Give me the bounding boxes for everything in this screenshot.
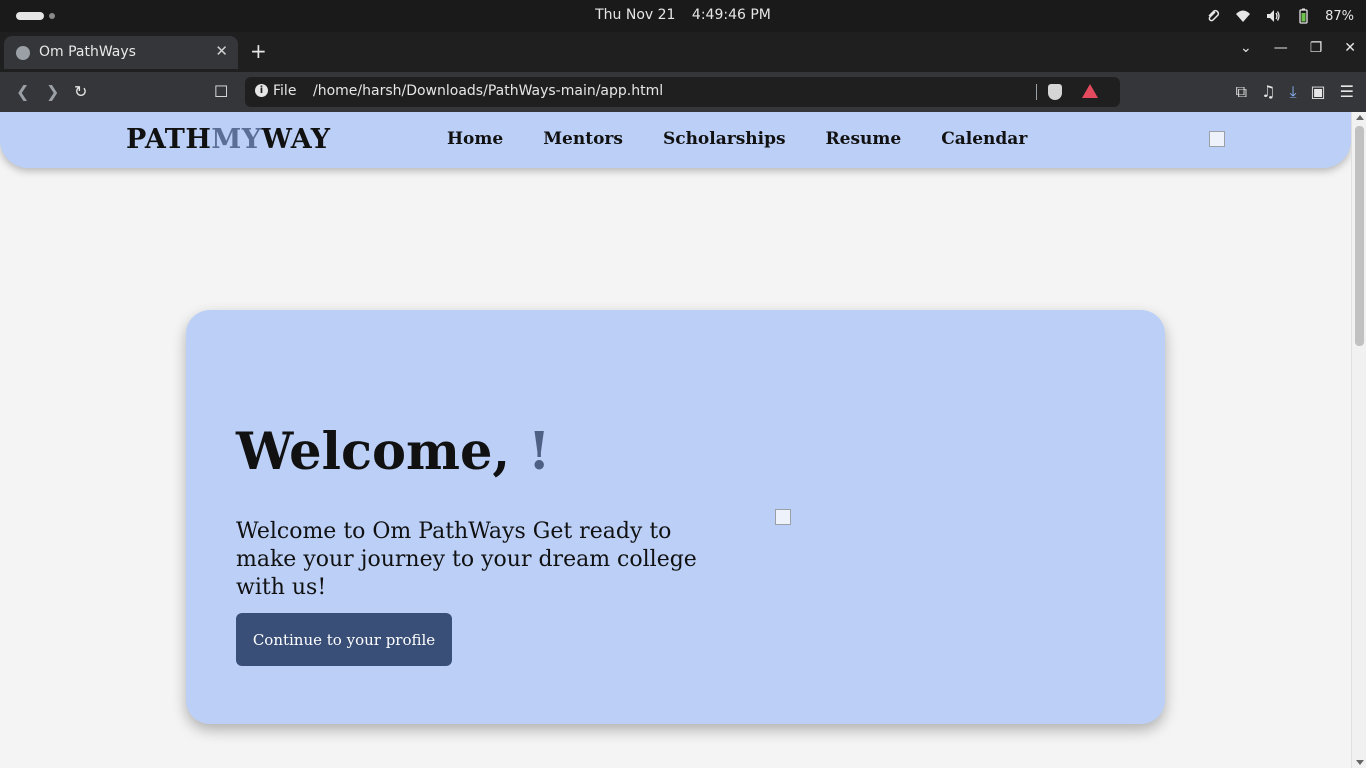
menu-icon[interactable]: ☰: [1340, 82, 1354, 102]
window-controls: ⌄ — ❐ ✕: [1240, 40, 1356, 56]
scroll-down-icon[interactable]: [1356, 760, 1364, 765]
nav-link-home[interactable]: Home: [447, 129, 503, 149]
tab-strip: Om PathWays ✕ + ⌄ — ❐ ✕: [0, 32, 1366, 72]
page-scrollbar[interactable]: [1351, 112, 1366, 768]
brave-rewards-icon[interactable]: [1082, 84, 1098, 98]
welcome-title-text: Welcome,: [236, 422, 511, 482]
address-divider: [1036, 84, 1037, 100]
nav-link-scholarships[interactable]: Scholarships: [663, 129, 786, 149]
address-scheme: File: [273, 83, 297, 99]
tab-search-chevron-icon[interactable]: ⌄: [1240, 40, 1252, 56]
nav-link-mentors[interactable]: Mentors: [543, 129, 623, 149]
reload-icon[interactable]: ↻: [74, 82, 87, 101]
welcome-title-suffix: !: [527, 422, 551, 482]
back-icon[interactable]: ❮: [16, 82, 29, 101]
welcome-card: Welcome, ! Welcome to Om PathWays Get re…: [186, 310, 1165, 724]
welcome-subtitle: Welcome to Om PathWays Get ready to make…: [236, 519, 697, 600]
os-top-bar: Thu Nov 21 4:49:46 PM 87%: [0, 0, 1366, 32]
toolbar-actions: ⧉ ♫ ⤓ ▣ ☰: [1236, 82, 1354, 102]
logo-part-my: MY: [211, 124, 262, 155]
close-tab-icon[interactable]: ✕: [215, 42, 228, 60]
profile-image-broken-icon[interactable]: [1209, 131, 1225, 147]
page-viewport: PATHMYWAY Home Mentors Scholarships Resu…: [0, 112, 1366, 768]
site-info-icon[interactable]: i: [255, 84, 268, 97]
volume-icon: [1267, 10, 1280, 22]
scroll-up-icon[interactable]: [1356, 115, 1364, 120]
close-window-icon[interactable]: ✕: [1344, 40, 1356, 56]
browser-toolbar: ❮ ❯ ↻ ☐ i File /home/harsh/Downloads/Pat…: [0, 72, 1366, 112]
globe-icon: [16, 46, 30, 60]
address-bar[interactable]: i File /home/harsh/Downloads/PathWays-ma…: [245, 77, 1120, 107]
tab-om-pathways[interactable]: Om PathWays ✕: [4, 36, 238, 69]
welcome-title: Welcome, !: [236, 422, 550, 482]
nav-link-resume[interactable]: Resume: [826, 129, 902, 149]
site-nav-links: Home Mentors Scholarships Resume Calenda…: [447, 129, 1027, 149]
hero-image-broken-icon: [775, 509, 791, 525]
site-navbar: PATHMYWAY Home Mentors Scholarships Resu…: [0, 112, 1351, 168]
clock[interactable]: Thu Nov 21 4:49:46 PM: [0, 7, 1366, 23]
address-url[interactable]: /home/harsh/Downloads/PathWays-main/app.…: [313, 83, 663, 99]
tab-title: Om PathWays: [39, 44, 136, 60]
minimize-icon[interactable]: —: [1274, 40, 1288, 56]
downloads-icon[interactable]: ⤓: [1289, 82, 1296, 102]
wallet-icon[interactable]: ▣: [1311, 82, 1326, 102]
maximize-icon[interactable]: ❐: [1310, 40, 1323, 56]
forward-icon[interactable]: ❯: [46, 82, 59, 101]
media-icon[interactable]: ♫: [1261, 82, 1275, 102]
logo-part-way: WAY: [261, 124, 331, 155]
brave-shields-icon[interactable]: [1048, 84, 1062, 100]
battery-percent: 87%: [1325, 8, 1354, 24]
bookmark-icon[interactable]: ☐: [214, 82, 228, 101]
clock-time: 4:49:46 PM: [691, 7, 771, 23]
continue-profile-button[interactable]: Continue to your profile: [236, 613, 452, 666]
logo-part-path: PATH: [126, 124, 212, 155]
clock-date: Thu Nov 21: [595, 7, 676, 23]
battery-icon: [1299, 8, 1308, 24]
new-tab-button[interactable]: +: [250, 39, 267, 63]
paperclip-icon: [1208, 9, 1220, 22]
system-tray[interactable]: 87%: [1205, 6, 1354, 26]
nav-link-calendar[interactable]: Calendar: [941, 129, 1027, 149]
site-logo[interactable]: PATHMYWAY: [126, 124, 331, 155]
extensions-icon[interactable]: ⧉: [1236, 82, 1247, 102]
scrollbar-thumb[interactable]: [1355, 126, 1364, 346]
wifi-icon: [1236, 10, 1251, 22]
